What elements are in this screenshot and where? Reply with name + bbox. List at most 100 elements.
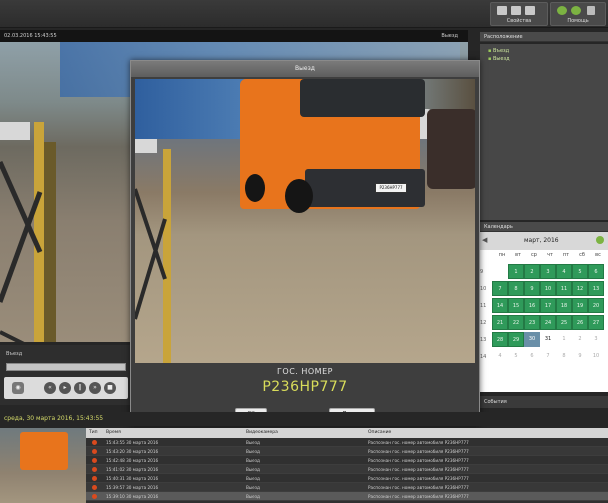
tree-item-exit[interactable]: ▪ Выезд — [488, 56, 510, 62]
event-thumbnail[interactable] — [0, 428, 86, 503]
wrench-icon[interactable] — [587, 6, 595, 15]
calendar-day[interactable]: 10 — [588, 349, 604, 364]
calendar-day[interactable]: 12 — [572, 281, 588, 296]
calendar-day[interactable]: 7 — [540, 349, 556, 364]
table-row[interactable]: 15:39:10 30 марта 2016 Выезд Распознан гос… — [86, 492, 608, 501]
table-row[interactable]: 15:43:55 30 марта 2016 Выезд Распознан гос… — [86, 438, 608, 447]
calendar-day[interactable]: 22 — [508, 315, 524, 330]
app-window: Свойства Помощь 02.03.2016 15:43:55 Выез… — [0, 0, 608, 503]
table-row[interactable]: 15:42:48 30 марта 2016 Выезд Распознан гос… — [86, 456, 608, 465]
status-line: среда, 30 марта 2016, 15:43:55 — [0, 412, 608, 426]
cell-desc: Распознан гос. номер автомобиля Р236НР77… — [368, 494, 469, 499]
calendar-day[interactable]: 10 — [540, 281, 556, 296]
cell-desc: Распознан гос. номер автомобиля Р236НР77… — [368, 467, 469, 472]
prev-month-icon[interactable]: ◀ — [482, 236, 487, 244]
events-panel-header: События — [480, 396, 608, 408]
table-row[interactable]: 15:41:02 30 марта 2016 Выезд Распознан гос… — [86, 465, 608, 474]
calendar-day[interactable]: 11 — [556, 281, 572, 296]
calendar-week-number: 11 — [480, 303, 487, 309]
calendar-day[interactable]: 18 — [556, 298, 572, 313]
calendar-day[interactable]: 27 — [588, 315, 604, 330]
table-row[interactable]: 15:43:20 30 марта 2016 Выезд Распознан гос… — [86, 447, 608, 456]
calendar-day[interactable]: 14 — [492, 298, 508, 313]
calendar-day[interactable]: 26 — [572, 315, 588, 330]
calendar-day[interactable]: 20 — [588, 298, 604, 313]
calendar-month: март, 2016 — [524, 237, 559, 244]
cell-desc: Распознан гос. номер автомобиля Р236НР77… — [368, 449, 469, 454]
calendar-day[interactable]: 6 — [524, 349, 540, 364]
calendar-day[interactable]: 31 — [540, 332, 556, 347]
cell-camera: Выезд — [246, 440, 260, 445]
calendar-day[interactable]: 9 — [524, 281, 540, 296]
cell-camera: Выезд — [246, 476, 260, 481]
cell-desc: Распознан гос. номер автомобиля Р236НР77… — [368, 485, 469, 490]
calendar: ◀ март, 2016 пн вт ср чт пт сб вс 9 1 2 3 4 5 6 10 7 8 9 1… — [478, 232, 608, 392]
snapshot-icon[interactable]: ◉ — [12, 382, 24, 394]
cell-desc: Распознан гос. номер автомобиля Р236НР77… — [368, 458, 469, 463]
calendar-day[interactable]: 30 — [524, 332, 540, 347]
van-bumper — [305, 169, 425, 207]
layout-icon[interactable] — [511, 6, 521, 15]
calendar-day[interactable]: 23 — [524, 315, 540, 330]
table-row[interactable]: 15:40:31 30 марта 2016 Выезд Распознан гос… — [86, 474, 608, 483]
rewind-icon[interactable]: « — [44, 382, 56, 394]
calendar-day[interactable]: 7 — [492, 281, 508, 296]
pause-icon[interactable]: ‖ — [74, 382, 86, 394]
calendar-day[interactable]: 8 — [556, 349, 572, 364]
calendar-day[interactable]: 16 — [524, 298, 540, 313]
cell-desc: Распознан гос. номер автомобиля Р236НР77… — [368, 440, 469, 445]
event-type-icon — [92, 458, 97, 463]
calendar-day[interactable]: 24 — [540, 315, 556, 330]
calendar-day[interactable]: 1 — [556, 332, 572, 347]
calendar-day[interactable]: 2 — [572, 332, 588, 347]
gate-barrier — [0, 122, 56, 342]
calendar-day[interactable]: 1 — [508, 264, 524, 279]
van-wheel — [245, 174, 265, 202]
plate-number: Р236НР777 — [262, 379, 348, 395]
event-type-icon — [92, 485, 97, 490]
calendar-day[interactable]: 9 — [572, 349, 588, 364]
calendar-day[interactable]: 3 — [540, 264, 556, 279]
col-description[interactable]: Описание — [368, 428, 391, 438]
calendar-day[interactable]: 29 — [508, 332, 524, 347]
camera-icon[interactable] — [525, 6, 535, 15]
play-icon[interactable]: ▸ — [59, 382, 71, 394]
toolbar-group2-label: Помощь — [567, 18, 589, 24]
timeline-slider[interactable] — [6, 363, 126, 371]
table-row[interactable]: 15:39:57 30 марта 2016 Выезд Распознан гос… — [86, 483, 608, 492]
calendar-weekday: вт — [515, 252, 521, 258]
calendar-day[interactable]: 8 — [508, 281, 524, 296]
toolbar-group-help[interactable]: Помощь — [550, 2, 606, 26]
event-type-icon — [92, 467, 97, 472]
next-month-icon[interactable] — [596, 236, 604, 244]
col-type[interactable]: Тип — [89, 428, 98, 438]
calendar-day[interactable]: 6 — [588, 264, 604, 279]
calendar-weekday: ср — [531, 252, 537, 258]
calendar-day[interactable]: 3 — [588, 332, 604, 347]
calendar-day[interactable]: 4 — [556, 264, 572, 279]
calendar-day[interactable]: 2 — [524, 264, 540, 279]
calendar-day[interactable]: 21 — [492, 315, 508, 330]
cell-time: 15:39:10 30 марта 2016 — [106, 494, 159, 499]
calendar-day[interactable]: 28 — [492, 332, 508, 347]
user-icon[interactable] — [557, 6, 567, 15]
tree-item-entry[interactable]: ▪ Въезд — [488, 48, 509, 54]
calendar-day[interactable]: 25 — [556, 315, 572, 330]
settings-icon[interactable] — [571, 6, 581, 15]
plate-label: ГОС. НОМЕР — [277, 367, 333, 376]
col-camera[interactable]: Видеокамера — [246, 428, 278, 438]
forward-icon[interactable]: » — [89, 382, 101, 394]
grid-icon[interactable] — [497, 6, 507, 15]
calendar-day[interactable]: 13 — [588, 281, 604, 296]
calendar-day[interactable]: 5 — [572, 264, 588, 279]
cell-camera: Выезд — [246, 485, 260, 490]
calendar-day[interactable]: 4 — [492, 349, 508, 364]
calendar-day[interactable]: 19 — [572, 298, 588, 313]
calendar-day[interactable]: 5 — [508, 349, 524, 364]
toolbar-group-properties[interactable]: Свойства — [490, 2, 548, 26]
stop-icon[interactable]: ■ — [104, 382, 116, 394]
col-time[interactable]: Время — [106, 428, 121, 438]
dialog-title: Выезд — [131, 61, 479, 77]
calendar-day[interactable]: 17 — [540, 298, 556, 313]
calendar-day[interactable]: 15 — [508, 298, 524, 313]
